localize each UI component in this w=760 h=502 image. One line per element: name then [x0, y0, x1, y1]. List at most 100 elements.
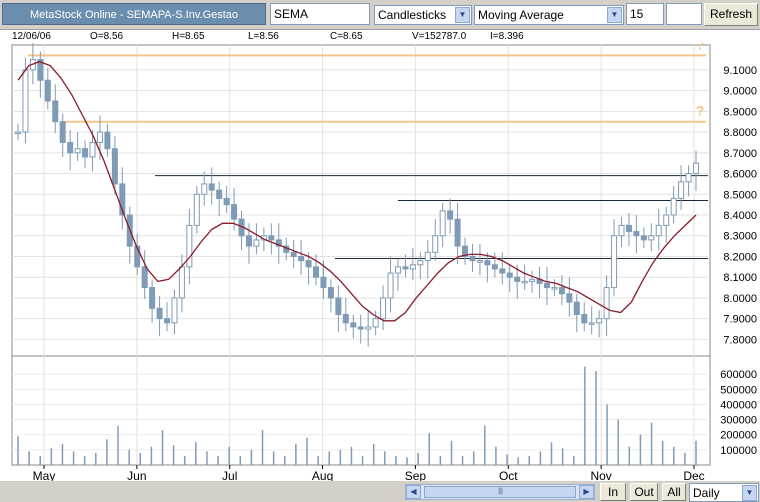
month-label: Dec — [683, 469, 704, 481]
indicator-select[interactable]: Moving Average ▼ — [474, 5, 624, 25]
candle-body — [409, 264, 416, 270]
candle-body — [96, 131, 103, 143]
show-all-button[interactable]: All — [662, 483, 686, 501]
candle-body — [178, 266, 185, 299]
price-tick-label: 8.0000 — [723, 293, 757, 305]
question-icon: ? — [696, 43, 705, 52]
interval-value: Daily — [693, 486, 720, 500]
candle-body — [543, 282, 550, 289]
price-tick-label: 9.1000 — [723, 65, 757, 77]
zoom-in-button[interactable]: In — [600, 483, 626, 501]
price-tick-label: 8.8000 — [723, 127, 757, 139]
candle-body — [327, 287, 334, 299]
info-volume: V=152787.0 — [412, 31, 467, 42]
volume-axis-labels: 600000 500000 400000 300000 200000 100000 — [720, 369, 757, 457]
info-high: H=8.65 — [172, 31, 205, 42]
candle-body — [611, 235, 618, 289]
candle-body — [484, 260, 491, 266]
refresh-button[interactable]: Refresh — [704, 3, 758, 26]
candle-body — [558, 287, 565, 295]
candle-body — [454, 218, 461, 247]
volume-tick-label: 100000 — [720, 445, 757, 457]
info-date: 12/06/06 — [12, 31, 51, 42]
candle-body — [164, 318, 171, 324]
candle-body — [581, 314, 588, 324]
volume-tick-label: 400000 — [720, 399, 757, 411]
chevron-down-icon[interactable]: ▼ — [742, 485, 757, 501]
chevron-down-icon[interactable]: ▼ — [455, 7, 470, 23]
price-tick-label: 8.2000 — [723, 251, 757, 263]
scrollbar-thumb[interactable]: ||||| — [424, 486, 576, 498]
candle-body — [514, 276, 521, 282]
indicator-value: Moving Average — [478, 8, 564, 22]
chevron-down-icon[interactable]: ▼ — [607, 7, 622, 23]
candle-body — [603, 287, 610, 320]
candle-body — [313, 266, 320, 278]
volume-tick-label: 200000 — [720, 430, 757, 442]
candle-body — [223, 197, 230, 206]
arrow-left-icon[interactable]: ◀ — [406, 485, 421, 499]
candle-body — [685, 173, 692, 183]
candle-body — [655, 224, 662, 237]
candle-body — [208, 183, 215, 191]
bottom-bar: ◀ ||||| ▶ In Out All Daily ▼ — [0, 481, 760, 502]
month-label: Jul — [222, 469, 237, 481]
candle-body — [648, 235, 655, 241]
candle-body — [22, 69, 29, 133]
month-label: Aug — [312, 469, 333, 481]
info-indicator: I=8.396 — [490, 31, 524, 42]
candle-body — [476, 260, 483, 263]
candle-body — [499, 268, 506, 274]
time-axis-labels: May Jun Jul Aug Sep Oct Nov Dec — [33, 465, 705, 481]
candle-body — [424, 251, 431, 262]
candle-body — [678, 181, 685, 199]
candle-body — [104, 131, 111, 150]
interval-select[interactable]: Daily ▼ — [689, 483, 759, 502]
candle-body — [44, 79, 51, 102]
candle-body — [52, 100, 59, 123]
arrow-right-icon[interactable]: ▶ — [579, 485, 594, 499]
candle-body — [357, 326, 364, 330]
candle-body — [380, 297, 387, 320]
candle-body — [521, 280, 528, 284]
symbol-input[interactable]: SEMA — [270, 3, 370, 25]
candle-body — [640, 235, 647, 241]
candle-body — [566, 293, 573, 303]
info-open: O=8.56 — [90, 31, 124, 42]
candle-body — [67, 141, 74, 154]
candle-body — [663, 214, 670, 226]
info-low: L=8.56 — [248, 31, 279, 42]
price-tick-label: 8.9000 — [723, 106, 757, 118]
candle-body — [625, 224, 632, 233]
candle-body — [111, 148, 118, 185]
zoom-out-button[interactable]: Out — [630, 483, 658, 501]
month-label: Oct — [499, 469, 518, 481]
volume-tick-label: 600000 — [720, 369, 757, 381]
price-tick-label: 7.9000 — [723, 314, 757, 326]
candle-body — [350, 322, 357, 328]
month-label: Sep — [405, 469, 427, 481]
price-tick-label: 8.6000 — [723, 169, 757, 181]
price-tick-label: 9.0000 — [723, 86, 757, 98]
candle-body — [268, 235, 275, 241]
price-tick-label: 8.1000 — [723, 272, 757, 284]
candle-body — [89, 141, 96, 158]
toolbar: MetaStock Online - SEMAPA-S.Inv.Gestao S… — [0, 0, 760, 30]
candle-body — [231, 204, 238, 220]
volume-panel — [11, 355, 711, 466]
candle-body — [491, 264, 498, 270]
candle-body — [365, 326, 372, 330]
quote-info-bar: 12/06/06 O=8.56 H=8.65 L=8.56 C=8.65 V=1… — [0, 30, 760, 43]
time-scrollbar[interactable]: ◀ ||||| ▶ — [405, 484, 595, 500]
candle-body — [693, 162, 699, 175]
candle-body — [290, 251, 297, 257]
parameter-input[interactable] — [666, 3, 702, 25]
candle-body — [156, 307, 163, 320]
candle-body — [342, 314, 349, 324]
period-input[interactable]: 15 — [626, 3, 664, 25]
price-chart[interactable]: ?? 9.1000 9.0000 8.9000 8.8000 8.7000 8.6000 8… — [0, 43, 760, 481]
candle-body — [618, 224, 625, 237]
candle-body — [447, 210, 454, 220]
chart-type-select[interactable]: Candlesticks ▼ — [374, 5, 472, 25]
price-tick-label: 8.4000 — [723, 210, 757, 222]
